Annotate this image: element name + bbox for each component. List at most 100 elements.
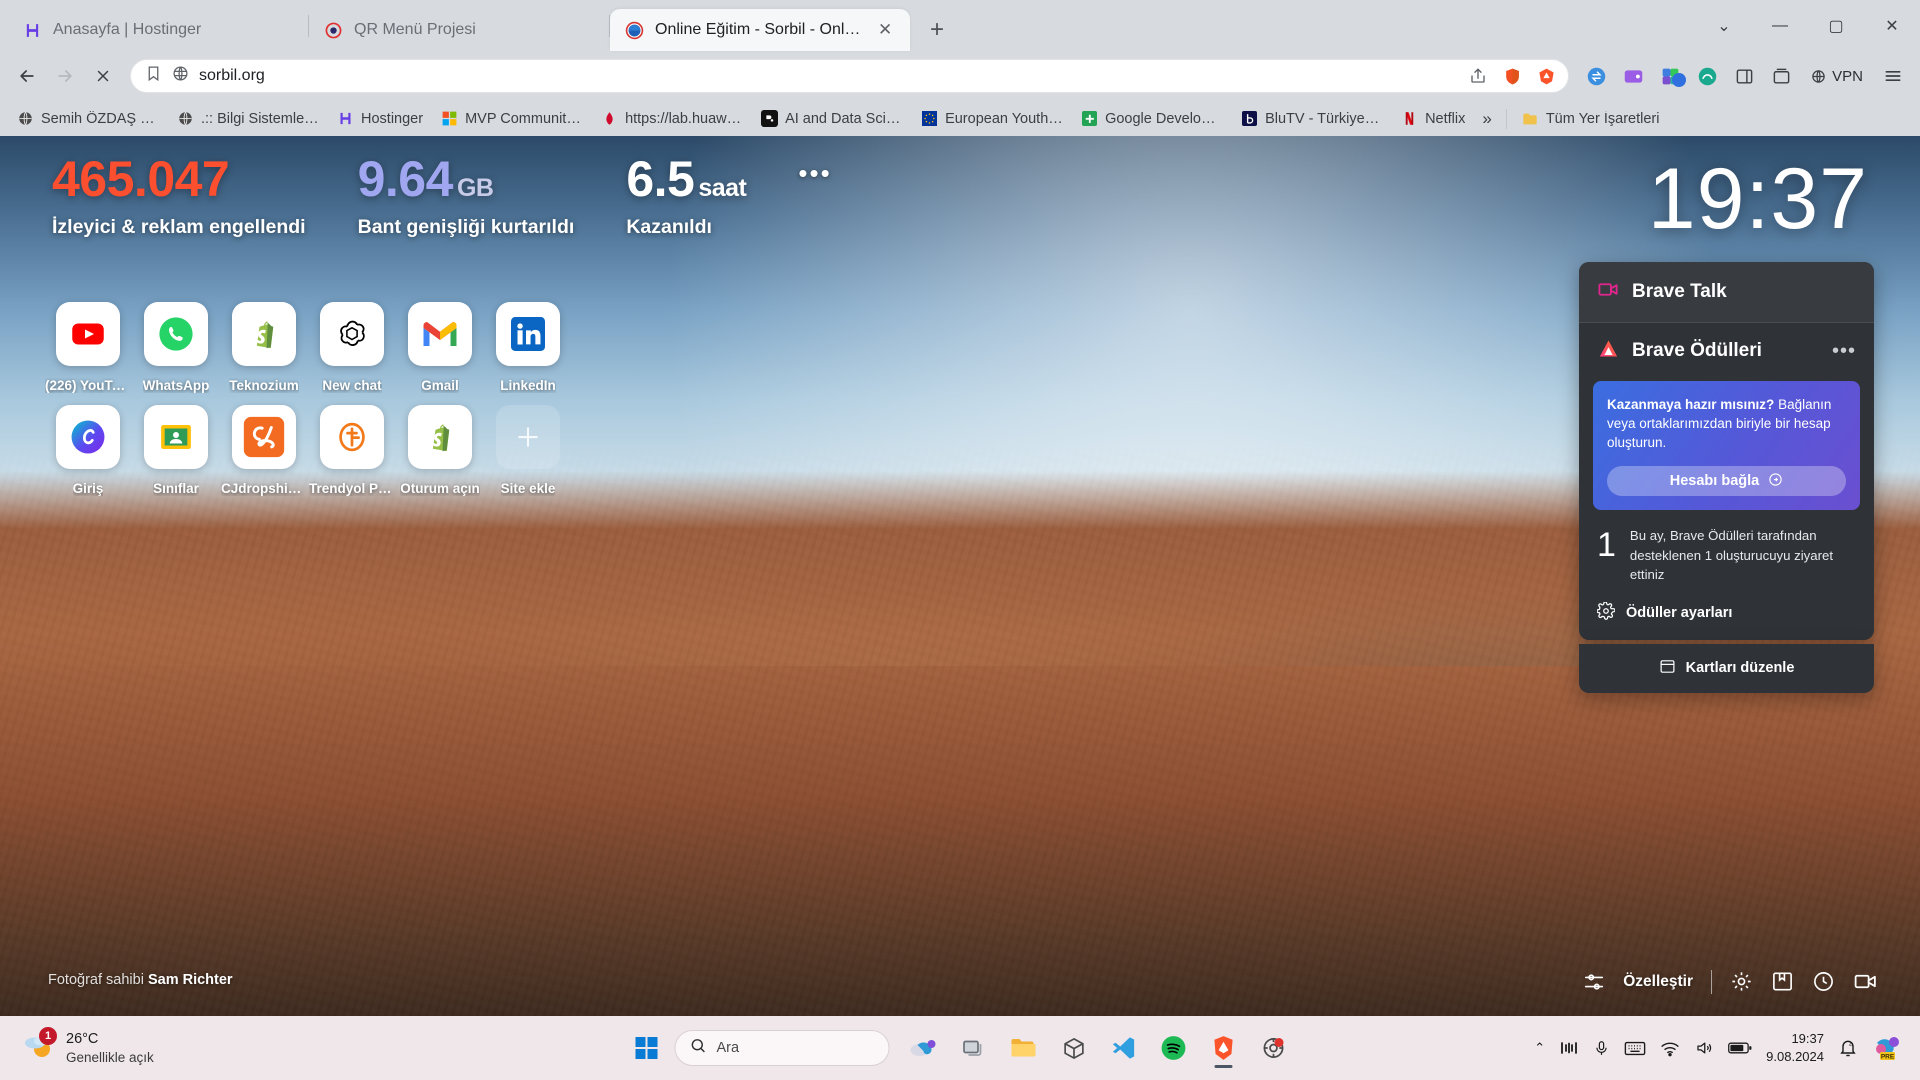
share-icon[interactable] bbox=[1466, 64, 1490, 88]
site-info-icon[interactable] bbox=[172, 65, 189, 87]
ntp-tools-divider bbox=[1711, 969, 1712, 994]
maximize-button[interactable]: ▢ bbox=[1808, 0, 1864, 51]
linkedin-icon[interactable] bbox=[496, 302, 560, 366]
collections-icon[interactable] bbox=[1764, 59, 1798, 93]
brave-talk-card[interactable]: Brave Talk bbox=[1579, 262, 1874, 323]
edit-cards-button[interactable]: Kartları düzenle bbox=[1579, 643, 1874, 693]
bookmarks-icon[interactable] bbox=[1771, 970, 1794, 993]
url-text[interactable]: sorbil.org bbox=[199, 67, 1456, 85]
tile-add-site[interactable]: Site ekle bbox=[484, 405, 572, 496]
address-bar[interactable]: sorbil.org bbox=[130, 59, 1570, 93]
tab-hostinger[interactable]: Anasayfa | Hostinger bbox=[8, 9, 308, 51]
bookmark-item[interactable]: European Youth Por... bbox=[912, 106, 1072, 131]
bookmark-ribbon-icon[interactable] bbox=[145, 65, 162, 87]
tray-expand-chevron-icon[interactable]: ⌃ bbox=[1534, 1040, 1545, 1056]
meet-now-icon[interactable] bbox=[1559, 1040, 1579, 1056]
microphone-icon[interactable] bbox=[1593, 1039, 1610, 1058]
tab-qr-menu[interactable]: QR Menü Projesi bbox=[309, 9, 609, 51]
bookmark-item[interactable]: MVP Communities bbox=[432, 106, 592, 131]
window-close-button[interactable]: ✕ bbox=[1864, 0, 1920, 51]
vpn-button[interactable]: VPN bbox=[1801, 61, 1873, 91]
sync-icon[interactable] bbox=[1579, 59, 1613, 93]
battery-icon[interactable] bbox=[1728, 1041, 1752, 1055]
weather-temperature: 26°C bbox=[66, 1030, 99, 1047]
tile-trendyol[interactable]: Trendyol Pa... bbox=[308, 405, 396, 496]
settings-gear-icon[interactable] bbox=[1252, 1026, 1296, 1070]
taskbar-clock[interactable]: 19:37 9.08.2024 bbox=[1766, 1030, 1824, 1065]
keyboard-icon[interactable] bbox=[1624, 1040, 1646, 1057]
wifi-icon[interactable] bbox=[1660, 1040, 1680, 1057]
tile-new-chat[interactable]: New chat bbox=[308, 302, 396, 393]
bookmark-item[interactable]: BluTV - Türkiyenin İ... bbox=[1232, 106, 1392, 131]
minimize-button[interactable]: — bbox=[1752, 0, 1808, 51]
tab-sorbil[interactable]: Online Eğitim - Sorbil - Online ✕ bbox=[610, 9, 910, 51]
volume-icon[interactable] bbox=[1694, 1039, 1714, 1057]
bell-sleep-icon[interactable]: z bbox=[1838, 1038, 1858, 1058]
shopify-icon[interactable] bbox=[232, 302, 296, 366]
brave-icon[interactable] bbox=[1202, 1026, 1246, 1070]
gear-icon[interactable] bbox=[1730, 970, 1753, 993]
cjdropshipping-icon[interactable] bbox=[232, 405, 296, 469]
hamburger-menu-icon[interactable] bbox=[1876, 59, 1910, 93]
trendyol-icon[interactable] bbox=[320, 405, 384, 469]
stats-more-button[interactable]: ••• bbox=[798, 160, 831, 186]
brave-rewards-triangle-icon bbox=[1597, 337, 1620, 365]
shopify-icon[interactable] bbox=[408, 405, 472, 469]
tile-teknozium[interactable]: Teknozium bbox=[220, 302, 308, 393]
bookmark-item[interactable]: Hostinger bbox=[328, 106, 432, 131]
leo-ai-icon[interactable] bbox=[1690, 59, 1724, 93]
bookmark-item[interactable]: .:: Bilgi Sistemleri ::. bbox=[168, 106, 328, 131]
connect-account-button[interactable]: Hesabı bağla bbox=[1607, 466, 1846, 497]
forward-arrow-icon[interactable] bbox=[48, 59, 82, 93]
video-camera-icon[interactable] bbox=[1853, 969, 1878, 994]
windows-start-icon[interactable] bbox=[625, 1026, 669, 1070]
plus-icon[interactable] bbox=[496, 405, 560, 469]
whatsapp-icon[interactable] bbox=[144, 302, 208, 366]
rewards-more-menu-icon[interactable]: ••• bbox=[1832, 341, 1856, 361]
all-bookmarks-folder[interactable]: Tüm Yer İşaretleri bbox=[1513, 106, 1669, 131]
back-arrow-icon[interactable] bbox=[10, 59, 44, 93]
tile-whatsapp[interactable]: WhatsApp bbox=[132, 302, 220, 393]
taskbar-weather-widget[interactable]: 1 26°C Genellikle açık bbox=[0, 1026, 330, 1067]
youtube-icon[interactable] bbox=[56, 302, 120, 366]
sidebar-toggle-icon[interactable] bbox=[1727, 59, 1761, 93]
copilot-pre-icon[interactable]: PRE bbox=[1872, 1034, 1902, 1062]
close-icon[interactable]: ✕ bbox=[874, 19, 896, 41]
brave-shields-icon[interactable] bbox=[1500, 64, 1524, 88]
customize-sliders-icon[interactable] bbox=[1583, 971, 1605, 993]
history-clock-icon[interactable] bbox=[1812, 970, 1835, 993]
tile-cjdropshipping[interactable]: CJdropship... bbox=[220, 405, 308, 496]
task-view-icon[interactable] bbox=[952, 1026, 996, 1070]
stat-label: İzleyici & reklam engellendi bbox=[52, 216, 306, 238]
stop-loading-icon[interactable] bbox=[86, 59, 120, 93]
bookmark-item[interactable]: Google Developer... bbox=[1072, 106, 1232, 131]
tile-classroom[interactable]: Sınıflar bbox=[132, 405, 220, 496]
gmail-icon[interactable] bbox=[408, 302, 472, 366]
tile-canva-giris[interactable]: Giriş bbox=[44, 405, 132, 496]
bookmark-item[interactable]: https://lab.huaweicl... bbox=[592, 106, 752, 131]
bookmark-item[interactable]: Semih ÖZDAŞ – kişi... bbox=[8, 106, 168, 131]
search-input[interactable]: Ara bbox=[674, 1030, 890, 1066]
spotify-icon[interactable] bbox=[1152, 1026, 1196, 1070]
package-icon[interactable] bbox=[1052, 1026, 1096, 1070]
bookmark-item[interactable]: AI and Data Scienti... bbox=[752, 106, 912, 131]
tile-gmail[interactable]: Gmail bbox=[396, 302, 484, 393]
new-tab-button[interactable]: + bbox=[920, 13, 954, 47]
customize-label[interactable]: Özelleştir bbox=[1623, 973, 1693, 991]
bookmark-item[interactable]: Netflix bbox=[1392, 106, 1474, 131]
tile-linkedin[interactable]: LinkedIn bbox=[484, 302, 572, 393]
vscode-icon[interactable] bbox=[1102, 1026, 1146, 1070]
bookmarks-overflow-button[interactable]: » bbox=[1474, 105, 1499, 133]
extensions-icon[interactable] bbox=[1653, 59, 1687, 93]
tab-search-icon[interactable]: ⌄ bbox=[1696, 0, 1752, 51]
tile-shopify-login[interactable]: Oturum açın bbox=[396, 405, 484, 496]
canva-icon[interactable] bbox=[56, 405, 120, 469]
brave-lion-icon[interactable] bbox=[1534, 64, 1558, 88]
copilot-icon[interactable] bbox=[902, 1026, 946, 1070]
google-classroom-icon[interactable] bbox=[144, 405, 208, 469]
wallet-icon[interactable] bbox=[1616, 59, 1650, 93]
openai-icon[interactable] bbox=[320, 302, 384, 366]
file-explorer-icon[interactable] bbox=[1002, 1026, 1046, 1070]
rewards-settings-link[interactable]: Ödüller ayarları bbox=[1579, 586, 1874, 640]
tile-youtube[interactable]: (226) YouTu... bbox=[44, 302, 132, 393]
